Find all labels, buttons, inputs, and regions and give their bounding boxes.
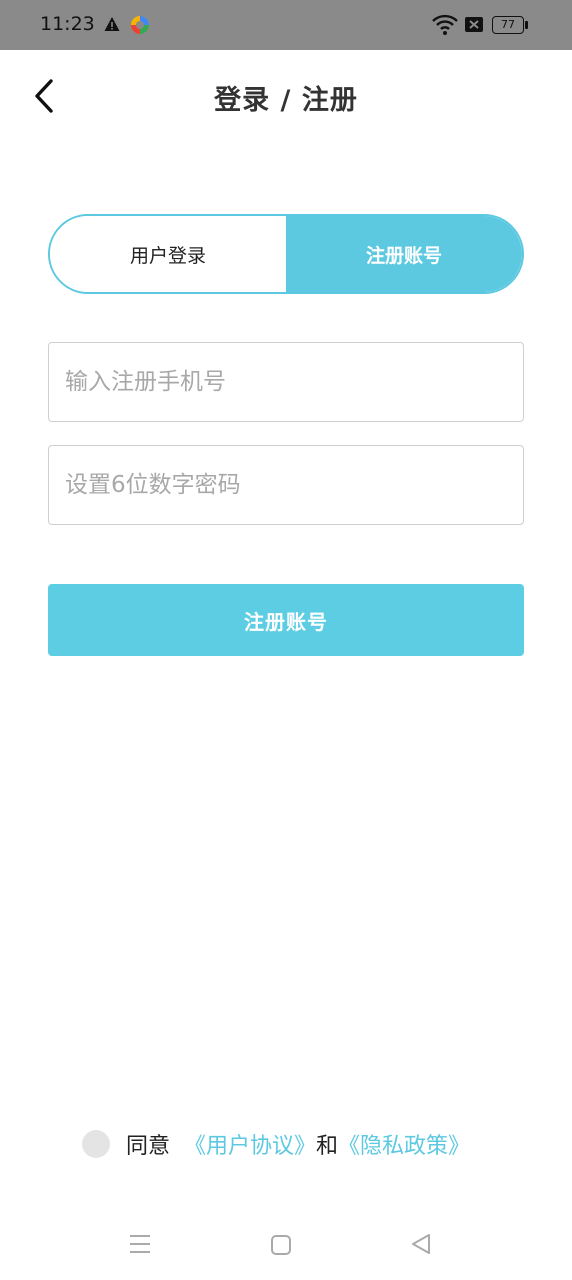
privacy-policy-link[interactable]: 《隐私政策》: [338, 1128, 470, 1160]
status-time: 11:23: [40, 13, 95, 35]
password-field: [48, 445, 524, 525]
register-screen: 11:23 77 登录 / 注册 用户登录 注册账号 输入注册手机号 注册账号 …: [0, 0, 572, 1280]
back-icon[interactable]: [410, 1233, 432, 1255]
agree-label: 同意: [126, 1134, 171, 1159]
agreement-row: 同意 《用户协议》 和 《隐私政策》: [82, 1126, 470, 1162]
warning-icon: [104, 17, 120, 31]
menu-icon[interactable]: [128, 1232, 152, 1256]
no-sim-icon: [465, 17, 483, 32]
battery-tip: [525, 21, 528, 29]
status-bar: 11:23 77: [0, 0, 572, 50]
battery-level: 77: [492, 16, 524, 34]
home-icon[interactable]: [270, 1234, 292, 1256]
agree-checkbox[interactable]: [82, 1130, 110, 1158]
tab-user-login[interactable]: 用户登录: [50, 216, 286, 292]
battery-icon: 77: [492, 16, 528, 34]
and-label: 和: [316, 1134, 339, 1159]
login-register-tabs: 用户登录 注册账号: [48, 214, 524, 294]
tab-register-account[interactable]: 注册账号: [286, 216, 522, 292]
wifi-icon: [432, 14, 458, 35]
app-icon: [131, 16, 149, 34]
password-input[interactable]: [49, 446, 523, 524]
register-button[interactable]: 注册账号: [48, 584, 524, 656]
phone-input[interactable]: [49, 343, 523, 421]
system-nav-bar: [0, 1222, 572, 1268]
user-agreement-link[interactable]: 《用户协议》: [184, 1128, 316, 1160]
page-title: 登录 / 注册: [214, 85, 358, 116]
phone-field: [48, 342, 524, 422]
